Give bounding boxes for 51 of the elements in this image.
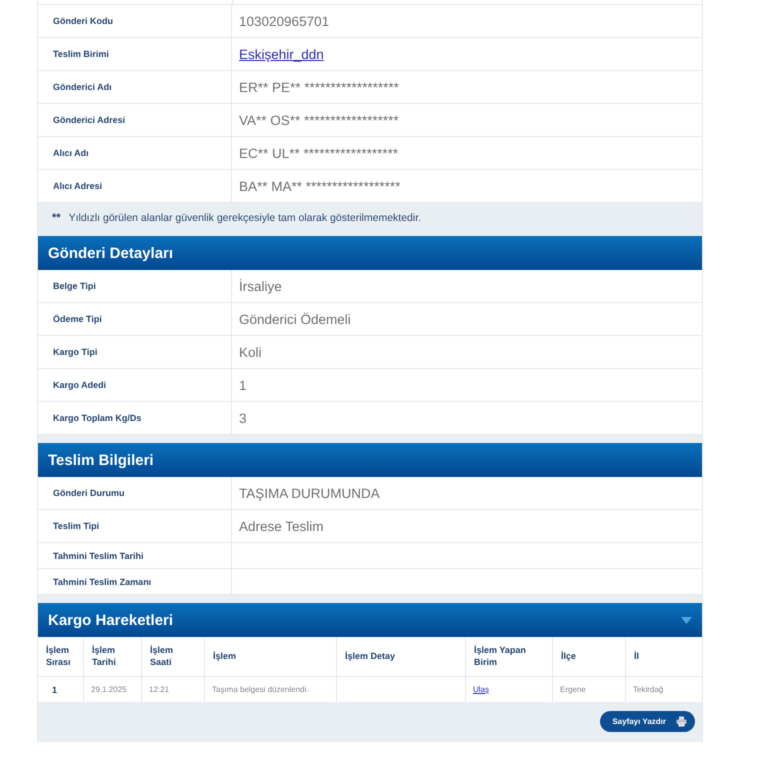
field-value: VA** OS** ******************: [239, 112, 399, 128]
printer-icon: [676, 716, 687, 727]
column-header: İşlem Sırası: [46, 645, 72, 668]
field-label: Gönderi Kodu: [53, 16, 113, 26]
column-header: İşlem Saati: [150, 645, 174, 668]
section-title: Gönderi Detayları: [48, 244, 174, 262]
table-cell: 12:21: [149, 685, 170, 694]
table-cell: Tekirdağ: [633, 685, 664, 694]
field-label: Tahmini Teslim Zamanı: [53, 576, 152, 586]
column-header: İşlem: [213, 650, 236, 662]
note-text: Yıldızlı görülen alanlar güvenlik gerekçesiyle tam olarak gösterilmemektedir.: [68, 212, 422, 224]
column-header: İl: [634, 650, 640, 662]
field-value: 3: [239, 410, 247, 426]
field-value: Gönderici Ödemeli: [239, 312, 351, 326]
field-label: Kargo Tipi: [53, 347, 98, 357]
column-header: İşlem Yapan Birim: [474, 645, 527, 668]
field-value: TAŞIMA DURUMUNDA: [239, 486, 380, 500]
column-header: İşlem Tarihi: [92, 645, 117, 668]
section-title: Kargo Hareketleri: [48, 612, 174, 628]
column-header: İşlem Detay: [345, 650, 396, 662]
table-cell: Ergene: [560, 685, 586, 694]
field-label: Kargo Adedi: [53, 380, 106, 390]
unit-link[interactable]: Ulaş: [473, 685, 490, 694]
field-label: Alıcı Adı: [53, 148, 89, 158]
print-button[interactable]: Sayfayı Yazdır: [600, 711, 695, 732]
field-value: Koli: [239, 344, 262, 360]
field-label: Gönderici Adresi: [53, 115, 126, 125]
field-label: Gönderi Durumu: [53, 488, 124, 498]
field-label: Teslim Tipi: [53, 521, 100, 531]
field-label: Tahmini Teslim Tarihi: [53, 550, 144, 560]
field-label: Gönderici Adı: [53, 82, 112, 92]
field-label: Kargo Toplam Kg/Ds: [53, 413, 142, 423]
field-value: EC** UL** ******************: [239, 146, 398, 160]
field-value: 103020965701: [239, 14, 330, 28]
collapse-caret-icon[interactable]: [681, 616, 692, 624]
field-label: Teslim Birimi: [53, 49, 109, 59]
field-value: Adrese Teslim: [239, 518, 324, 534]
field-value: İrsaliye: [239, 278, 282, 294]
field-label: Alıcı Adresi: [53, 181, 102, 191]
table-cell: Taşıma belgesi düzenlendi.: [212, 685, 309, 694]
field-value: BA** MA** ******************: [239, 178, 400, 194]
field-value: ER** PE** ******************: [239, 80, 399, 94]
field-value: 1: [239, 378, 247, 392]
column-header: İlçe: [561, 650, 576, 662]
field-label: Belge Tipi: [53, 281, 96, 291]
section-title: Teslim Bilgileri: [48, 452, 154, 468]
unit-link[interactable]: Eskişehir_ddn: [239, 46, 324, 62]
field-label: Ödeme Tipi: [53, 314, 102, 324]
table-cell-text: 1: [51, 684, 58, 694]
note-marker: **: [52, 212, 61, 224]
table-cell: 29.1.2025: [91, 685, 127, 694]
